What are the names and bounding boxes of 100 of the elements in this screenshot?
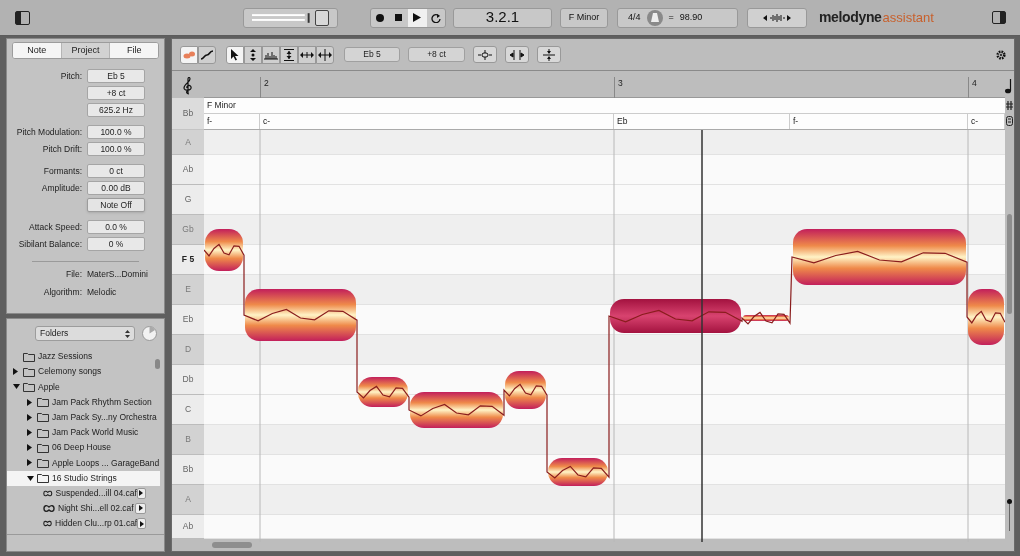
pitch-key: Db <box>172 365 204 395</box>
quantize-pitch-button[interactable] <box>473 46 497 63</box>
folder-item[interactable]: 16 Studio Strings <box>7 470 160 486</box>
pitch-key: D <box>172 335 204 365</box>
tool-button[interactable] <box>316 45 334 64</box>
tool-button[interactable] <box>244 45 262 64</box>
chord-label[interactable]: f- <box>204 114 260 129</box>
folder-icon <box>37 412 49 423</box>
audio-file-icon <box>43 503 55 513</box>
folder-item[interactable]: Jazz Sessions <box>7 349 160 365</box>
metronome-icon[interactable] <box>646 9 663 26</box>
item-label: Hidden Clu...rp 01.caf <box>55 517 138 531</box>
tool-button[interactable] <box>280 45 298 64</box>
expanded-triangle-icon[interactable] <box>27 475 34 481</box>
item-label: Suspended...ill 04.caf <box>55 486 137 500</box>
scrollbar-thumb[interactable] <box>155 359 160 369</box>
key-button[interactable]: F Minor <box>560 7 608 28</box>
value-field[interactable]: 0.00 dB <box>87 181 145 195</box>
folder-item[interactable]: Celemony songs <box>7 364 160 380</box>
collapsed-triangle-icon[interactable] <box>27 429 32 437</box>
value-field[interactable]: Eb 5 <box>87 69 145 83</box>
value-field[interactable]: 100.0 % <box>87 125 145 139</box>
file-item[interactable]: Suspended...ill 04.caf <box>7 485 160 501</box>
play-preview-button[interactable] <box>137 518 146 530</box>
folder-item[interactable]: 06 Deep House <box>7 440 160 456</box>
key-label: Bb <box>172 98 204 130</box>
folder-item[interactable]: Apple <box>7 379 160 395</box>
folder-icon <box>37 473 49 484</box>
play-icon <box>139 490 144 497</box>
item-label: Celemony songs <box>38 365 102 379</box>
pitch-tool-icon <box>248 48 258 61</box>
chord-label[interactable]: Eb <box>614 114 790 129</box>
pointer-icon <box>230 48 240 61</box>
amplitude-button[interactable] <box>537 46 561 63</box>
play-preview-button[interactable] <box>135 502 146 514</box>
collapsed-triangle-icon[interactable] <box>13 368 18 376</box>
chord-label[interactable]: c- <box>968 114 1005 129</box>
folder-item[interactable]: Jam Pack World Music <box>7 424 160 441</box>
folder-icon <box>23 381 35 392</box>
sharps-icon <box>1005 101 1014 110</box>
folder-icon <box>23 366 35 377</box>
inspector-tab[interactable]: File <box>109 43 158 58</box>
tool-button[interactable] <box>226 45 244 64</box>
folder-item[interactable]: Jam Pack Rhythm Section <box>7 394 160 410</box>
inspector-tab[interactable]: Project <box>60 43 110 58</box>
play-preview-button[interactable] <box>136 487 146 499</box>
tempo-text: 98.90 <box>679 10 703 24</box>
value-field[interactable]: +8 ct <box>87 86 145 100</box>
item-label: Apple <box>38 380 60 394</box>
play-button[interactable] <box>408 8 427 27</box>
value-field[interactable]: 0 % <box>87 237 145 251</box>
tempo-detect-button[interactable] <box>747 7 807 28</box>
expanded-triangle-icon[interactable] <box>13 384 20 390</box>
folder-item[interactable]: Jam Pack Sy...ny Orchestra <box>7 409 160 425</box>
collapsed-triangle-icon[interactable] <box>27 444 32 452</box>
field-label: Pitch: <box>60 70 82 81</box>
horizontal-scrollbar-thumb[interactable] <box>212 542 252 548</box>
value-field[interactable]: 0 ct <box>87 164 145 178</box>
folder-item[interactable]: Apple Loops ... GarageBand <box>7 455 160 471</box>
formant-tool-icon <box>264 49 278 60</box>
selected-note-blob[interactable] <box>610 299 741 333</box>
play-icon <box>413 13 422 22</box>
audio-file-icon <box>43 519 52 529</box>
pitch-key: Gb <box>172 215 204 245</box>
zoom-slider-thumb[interactable] <box>1007 499 1012 504</box>
field-label: Attack Speed: <box>29 221 82 232</box>
cents-field[interactable]: +8 ct <box>408 47 465 62</box>
pitch-field[interactable]: Eb 5 <box>344 47 400 62</box>
pitch-key: G <box>172 185 204 215</box>
note-blob[interactable] <box>245 289 356 341</box>
sidebar-toggle-button[interactable] <box>15 10 30 25</box>
mode-button[interactable] <box>198 45 216 64</box>
note-blob[interactable] <box>410 392 503 428</box>
note-blobs-icon <box>183 50 195 59</box>
quarter-note-icon <box>1005 78 1014 94</box>
chord-label[interactable]: c- <box>260 114 614 129</box>
file-item[interactable]: Hidden Clu...rp 01.caf <box>7 516 160 532</box>
treble-clef-icon <box>183 77 193 95</box>
item-label: 16 Studio Strings <box>52 471 117 485</box>
note-off-button[interactable]: Note Off <box>87 198 145 212</box>
vertical-scrollbar-thumb[interactable] <box>1007 214 1012 314</box>
collapsed-triangle-icon[interactable] <box>27 413 32 421</box>
collapsed-triangle-icon[interactable] <box>27 398 32 406</box>
value-field[interactable]: 0.0 % <box>87 220 145 234</box>
file-item[interactable]: Night Shi...ell 02.caf <box>7 500 160 517</box>
note-blob[interactable] <box>743 315 789 321</box>
pitch-key: Ab <box>172 515 204 539</box>
info-value: MaterS...Domini <box>87 267 148 281</box>
source-dropdown[interactable]: Folders <box>35 326 135 341</box>
tool-button[interactable] <box>262 45 280 64</box>
chord-label[interactable]: f- <box>790 114 968 129</box>
tool-button[interactable] <box>298 45 316 64</box>
note-blob[interactable] <box>793 229 966 285</box>
value-field[interactable]: 100.0 % <box>87 142 145 156</box>
quantize-time-button[interactable] <box>505 46 529 63</box>
panel-toggle-button[interactable] <box>992 11 1006 24</box>
value-field[interactable]: 625.2 Hz <box>87 103 145 117</box>
pitch-key: B <box>172 425 204 455</box>
collapsed-triangle-icon[interactable] <box>27 459 32 467</box>
item-label: Jazz Sessions <box>38 350 93 363</box>
